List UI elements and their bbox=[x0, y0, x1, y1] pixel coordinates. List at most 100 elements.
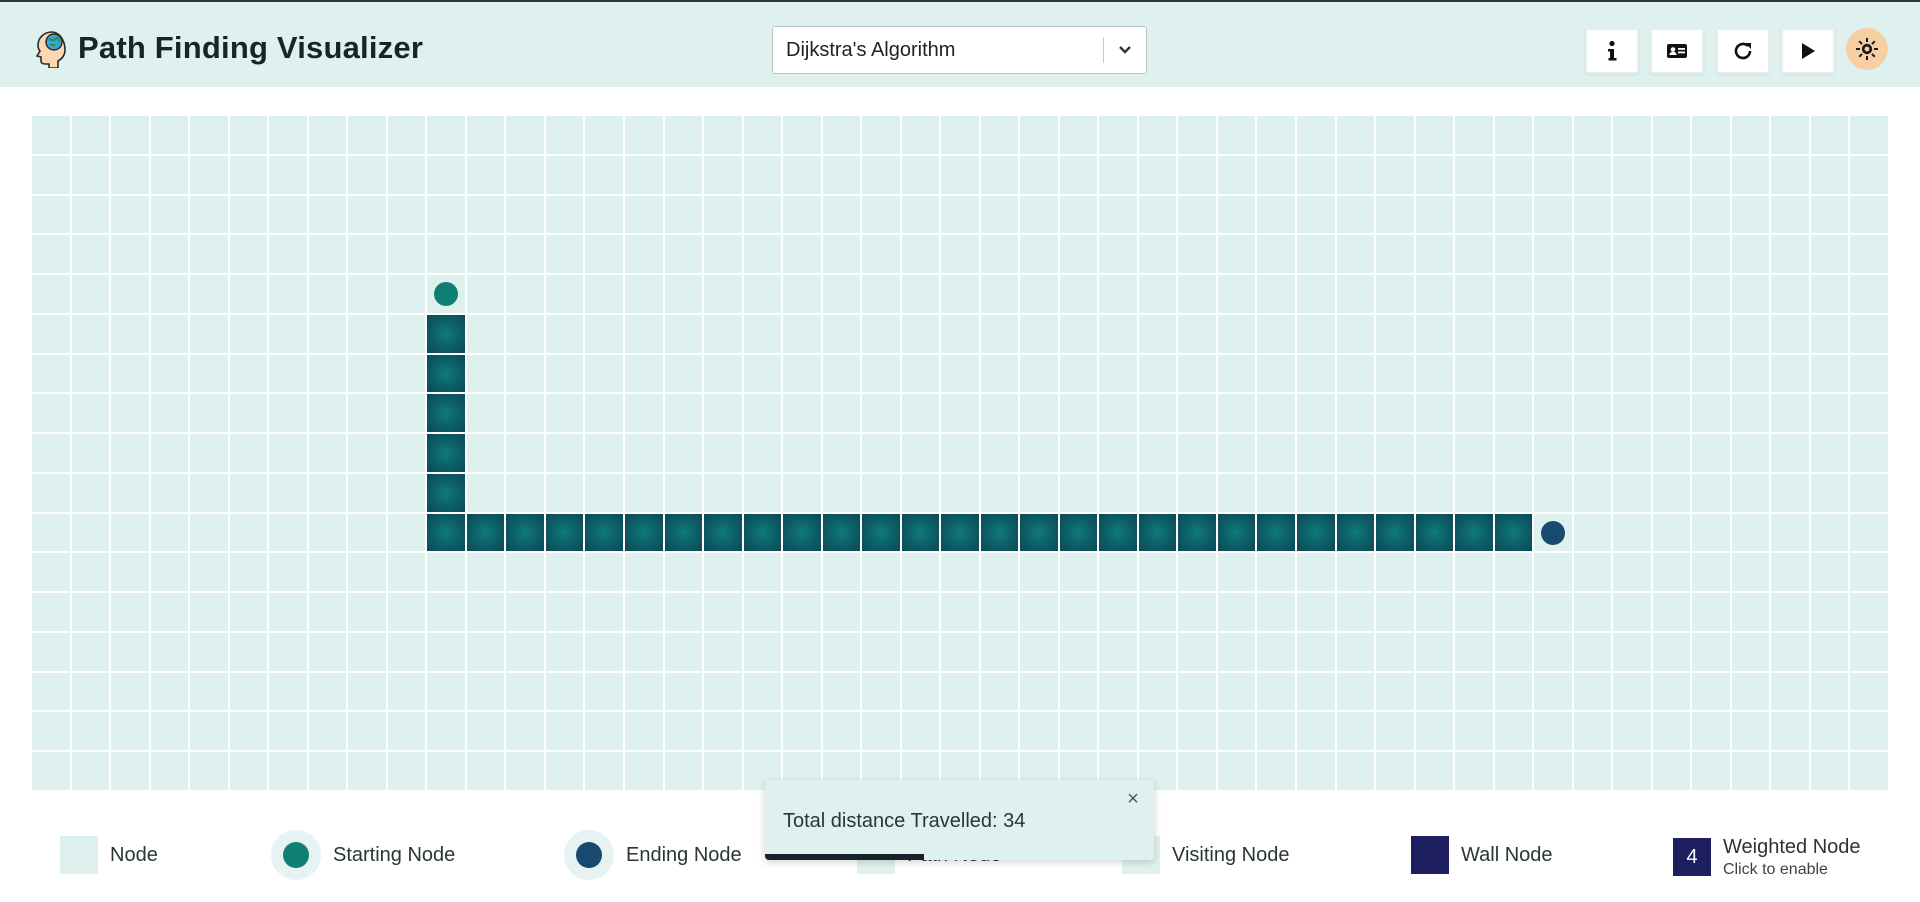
grid-node[interactable] bbox=[111, 155, 149, 194]
grid-node[interactable] bbox=[32, 553, 70, 592]
grid-node[interactable] bbox=[150, 513, 189, 552]
grid-node[interactable] bbox=[1613, 752, 1651, 790]
grid-node[interactable] bbox=[1613, 235, 1651, 274]
grid-node[interactable] bbox=[862, 235, 900, 274]
grid-node[interactable] bbox=[111, 632, 149, 671]
grid-node[interactable] bbox=[545, 354, 584, 393]
grid-node[interactable] bbox=[1376, 314, 1414, 353]
grid-node[interactable] bbox=[585, 394, 623, 433]
grid-node[interactable] bbox=[664, 235, 703, 274]
grid-node[interactable] bbox=[1455, 314, 1493, 353]
grid-node[interactable] bbox=[1099, 672, 1137, 711]
grid-node[interactable] bbox=[1455, 553, 1493, 592]
grid-node[interactable] bbox=[664, 473, 703, 512]
grid-node[interactable] bbox=[1692, 434, 1730, 472]
grid-node[interactable] bbox=[1059, 632, 1098, 671]
grid-node[interactable] bbox=[704, 712, 742, 751]
grid-node[interactable] bbox=[111, 235, 149, 274]
grid-node[interactable] bbox=[1257, 235, 1296, 274]
id-card-button[interactable] bbox=[1650, 28, 1704, 74]
grid-node[interactable] bbox=[783, 235, 821, 274]
grid-node[interactable] bbox=[1138, 275, 1177, 313]
grid-node[interactable] bbox=[1020, 553, 1058, 592]
grid-node[interactable] bbox=[387, 632, 426, 671]
grid-node[interactable] bbox=[822, 155, 861, 194]
grid-node[interactable] bbox=[387, 712, 426, 751]
grid-node[interactable] bbox=[348, 473, 386, 512]
grid-node[interactable] bbox=[783, 275, 821, 313]
grid-node[interactable] bbox=[664, 553, 703, 592]
grid-node[interactable] bbox=[783, 116, 821, 154]
grid-node[interactable] bbox=[1810, 314, 1849, 353]
grid-node[interactable] bbox=[111, 513, 149, 552]
grid-node[interactable] bbox=[348, 394, 386, 433]
grid-node[interactable] bbox=[1494, 553, 1533, 592]
grid-node[interactable] bbox=[1297, 473, 1335, 512]
grid-node[interactable] bbox=[308, 553, 347, 592]
grid-node[interactable] bbox=[1534, 712, 1572, 751]
grid-node[interactable] bbox=[111, 473, 149, 512]
grid-node[interactable] bbox=[783, 354, 821, 393]
grid-node[interactable] bbox=[624, 195, 663, 234]
grid-node[interactable] bbox=[941, 354, 979, 393]
grid-node[interactable] bbox=[1376, 752, 1414, 790]
grid-node[interactable] bbox=[1692, 632, 1730, 671]
grid-node[interactable] bbox=[624, 752, 663, 790]
grid-node[interactable] bbox=[308, 155, 347, 194]
path-node[interactable] bbox=[1257, 513, 1296, 552]
grid-node[interactable] bbox=[190, 434, 228, 472]
path-node[interactable] bbox=[901, 513, 940, 552]
grid-node[interactable] bbox=[901, 553, 940, 592]
grid-node[interactable] bbox=[1771, 394, 1809, 433]
grid-node[interactable] bbox=[941, 275, 979, 313]
grid-node[interactable] bbox=[1297, 672, 1335, 711]
grid-node[interactable] bbox=[783, 195, 821, 234]
grid-node[interactable] bbox=[1178, 434, 1216, 472]
grid-node[interactable] bbox=[1020, 195, 1058, 234]
grid-node[interactable] bbox=[1573, 155, 1612, 194]
grid-node[interactable] bbox=[1257, 155, 1296, 194]
grid-node[interactable] bbox=[862, 473, 900, 512]
grid-node[interactable] bbox=[664, 752, 703, 790]
grid-node[interactable] bbox=[466, 314, 505, 353]
grid-node[interactable] bbox=[229, 155, 268, 194]
grid-node[interactable] bbox=[980, 235, 1019, 274]
grid-node[interactable] bbox=[1652, 155, 1691, 194]
grid-node[interactable] bbox=[269, 275, 307, 313]
grid-node[interactable] bbox=[1613, 155, 1651, 194]
grid-node[interactable] bbox=[1020, 712, 1058, 751]
grid-node[interactable] bbox=[901, 235, 940, 274]
grid-node[interactable] bbox=[624, 394, 663, 433]
grid-node[interactable] bbox=[941, 473, 979, 512]
grid-node[interactable] bbox=[1376, 632, 1414, 671]
grid-node[interactable] bbox=[1020, 116, 1058, 154]
grid-node[interactable] bbox=[822, 553, 861, 592]
grid-node[interactable] bbox=[427, 712, 465, 751]
grid-node[interactable] bbox=[1810, 553, 1849, 592]
grid-node[interactable] bbox=[1850, 434, 1888, 472]
grid-node[interactable] bbox=[664, 116, 703, 154]
grid-node[interactable] bbox=[111, 195, 149, 234]
grid-node[interactable] bbox=[229, 235, 268, 274]
grid-node[interactable] bbox=[1099, 275, 1137, 313]
grid-node[interactable] bbox=[506, 116, 544, 154]
grid-node[interactable] bbox=[1415, 195, 1454, 234]
grid-node[interactable] bbox=[506, 394, 544, 433]
grid-node[interactable] bbox=[901, 116, 940, 154]
grid-node[interactable] bbox=[585, 434, 623, 472]
grid-node[interactable] bbox=[427, 195, 465, 234]
grid-node[interactable] bbox=[1771, 473, 1809, 512]
grid-node[interactable] bbox=[71, 632, 110, 671]
grid-node[interactable] bbox=[348, 513, 386, 552]
grid-node[interactable] bbox=[1138, 632, 1177, 671]
grid-node[interactable] bbox=[624, 473, 663, 512]
grid-node[interactable] bbox=[1494, 593, 1533, 631]
grid-node[interactable] bbox=[1178, 195, 1216, 234]
grid-node[interactable] bbox=[229, 314, 268, 353]
grid-node[interactable] bbox=[822, 712, 861, 751]
grid-node[interactable] bbox=[1336, 275, 1375, 313]
grid-node[interactable] bbox=[1810, 672, 1849, 711]
grid-node[interactable] bbox=[664, 434, 703, 472]
grid-node[interactable] bbox=[32, 593, 70, 631]
grid-node[interactable] bbox=[348, 593, 386, 631]
